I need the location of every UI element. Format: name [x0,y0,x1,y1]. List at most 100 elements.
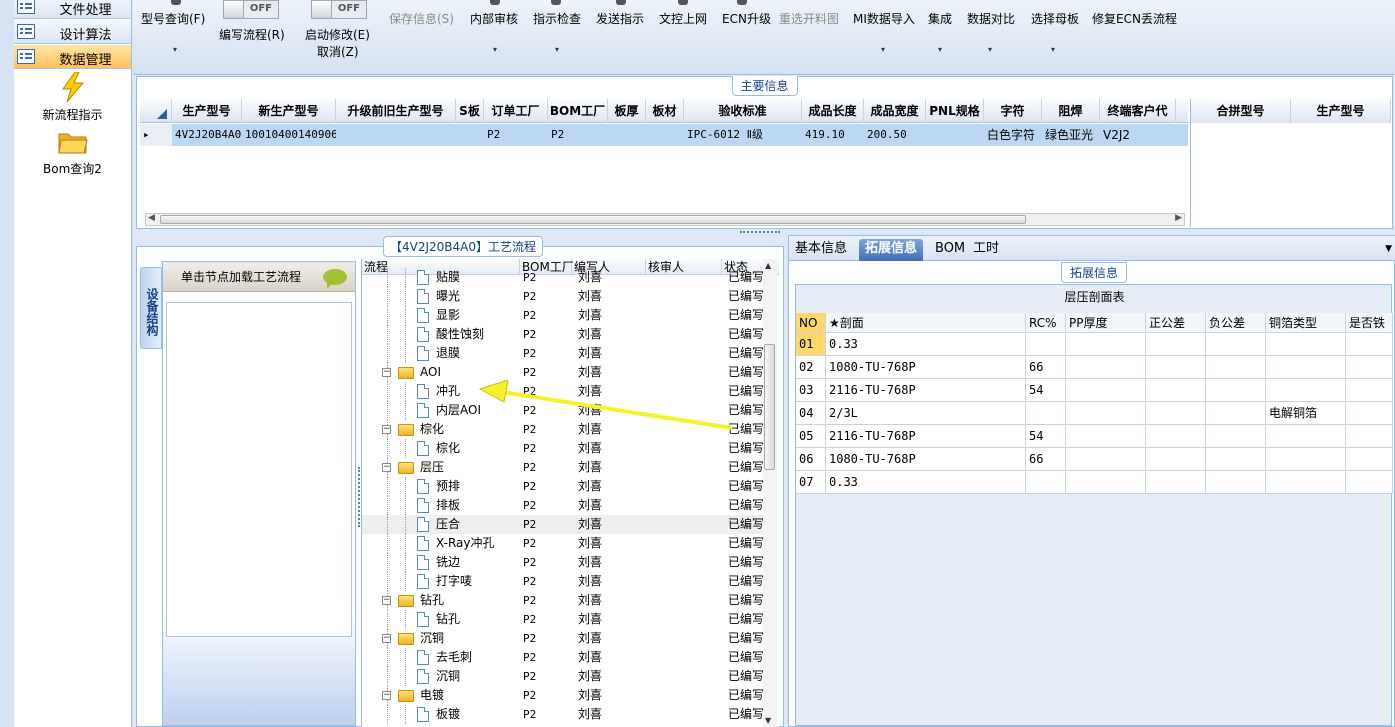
column-header[interactable]: 正公差 [1146,313,1206,333]
table-cell[interactable] [1346,425,1393,448]
integration-button[interactable]: 集成 [928,10,952,27]
table-cell[interactable]: 01 [796,333,826,356]
tree-node[interactable]: − 棕化 P2 刘喜 已编写 [362,420,766,439]
doc-control-online-button[interactable]: 文控上网 [659,10,707,27]
save-info-button[interactable]: 保存信息(S) [389,10,454,27]
table-cell[interactable]: 绿色亚光 [1042,124,1100,146]
chevron-down-icon[interactable]: ▾ [988,45,992,54]
column-header[interactable]: 板厚 [608,99,646,123]
table-cell[interactable] [1146,333,1206,356]
table-cell[interactable]: 10010400140906 [242,124,336,146]
tab-bom[interactable]: BOM [929,239,971,261]
chevron-down-icon[interactable]: ▼ [1385,244,1392,254]
table-cell[interactable] [1206,402,1266,425]
column-header[interactable]: BOM工厂 [548,99,608,123]
column-header[interactable]: S板 [456,99,484,123]
chevron-down-icon[interactable]: ▾ [493,45,497,54]
table-cell[interactable] [1066,356,1146,379]
table-cell[interactable] [1206,425,1266,448]
column-header[interactable]: 成品宽度 [864,99,926,123]
table-cell[interactable] [1346,356,1393,379]
column-header[interactable]: 字符 [984,99,1042,123]
scroll-left-icon[interactable]: ◀ [148,213,155,223]
tree-node[interactable]: − 层压 P2 刘喜 已编写 [362,458,766,477]
table-cell[interactable]: 02 [796,356,826,379]
table-cell[interactable]: 04 [796,402,826,425]
tab-work-hours[interactable]: 工时 [967,239,1005,261]
table-cell[interactable] [1066,448,1146,471]
column-header[interactable]: 新生产型号 [242,99,336,123]
table-cell[interactable]: 4V2J20B4A0 [172,124,242,146]
column-header[interactable]: 终端客户代 [1100,99,1176,123]
collapse-icon[interactable]: − [382,634,391,643]
start-modify-toggle[interactable]: OFF [311,0,367,19]
table-cell[interactable] [1146,379,1206,402]
nav-item-file-processing[interactable]: 文件处理 [14,0,131,19]
table-cell[interactable] [1066,379,1146,402]
table-cell[interactable]: P2 [548,124,608,146]
table-cell[interactable] [1066,333,1146,356]
table-cell[interactable]: 05 [796,425,826,448]
chevron-down-icon[interactable]: ▾ [881,45,885,54]
table-cell[interactable] [1266,356,1346,379]
tree-node[interactable]: − AOI P2 刘喜 已编写 [362,363,766,382]
tree-node[interactable]: 压合 P2 刘喜 已编写 [362,515,766,534]
table-cell[interactable]: IPC-6012 Ⅱ级 [684,124,802,146]
tree-node[interactable]: − 沉铜 P2 刘喜 已编写 [362,629,766,648]
start-modify-button[interactable]: 启动修改(E) [305,26,370,43]
table-cell[interactable] [1066,425,1146,448]
table-cell[interactable]: V2J2 [1100,124,1176,146]
column-header[interactable]: 阻焊 [1042,99,1100,123]
column-header[interactable]: 成品长度 [802,99,864,123]
scroll-up-icon[interactable]: ▲ [765,261,771,270]
table-cell[interactable]: 1080-TU-768P [826,356,1026,379]
tree-node[interactable]: − 电镀 P2 刘喜 已编写 [362,686,766,705]
data-compare-button[interactable]: 数据对比 [967,10,1015,27]
table-cell[interactable] [1266,425,1346,448]
column-header[interactable]: 验收标准 [684,99,802,123]
column-header[interactable]: RC% [1026,313,1066,333]
table-cell[interactable] [1206,356,1266,379]
collapse-icon[interactable]: − [382,425,391,434]
table-cell[interactable] [1146,356,1206,379]
device-structure-tab[interactable]: 设备结构 [140,267,162,349]
tree-node[interactable]: 沉铜 P2 刘喜 已编写 [362,667,766,686]
internal-review-button[interactable]: 内部审核 [470,10,518,27]
table-cell[interactable] [1206,333,1266,356]
chevron-down-icon[interactable]: ▾ [1051,45,1055,54]
scroll-down-icon[interactable]: ▼ [765,716,771,725]
column-header[interactable]: 板材 [646,99,684,123]
table-cell[interactable] [1146,471,1206,494]
reselect-cut-chart-button[interactable]: 重选开料图 [779,10,839,27]
table-cell[interactable] [1026,402,1066,425]
table-cell[interactable] [336,124,456,146]
chevron-down-icon[interactable]: ▾ [938,45,942,54]
table-cell[interactable]: 419.10 [802,124,864,146]
table-cell[interactable]: 2116-TU-768P [826,425,1026,448]
table-cell[interactable] [1206,379,1266,402]
table-cell[interactable]: 1080-TU-768P [826,448,1026,471]
tree-node[interactable]: 板镀 P2 刘喜 已编写 [362,705,766,724]
column-header[interactable]: ★剖面 [826,313,1026,333]
table-cell[interactable] [1346,471,1393,494]
tree-node[interactable]: 酸性蚀刻 P2 刘喜 已编写 [362,325,766,344]
nav-item-data-management[interactable]: 数据管理 [14,45,131,69]
tab-extended-info[interactable]: 拓展信息 [859,239,924,261]
write-flow-toggle[interactable]: OFF [223,0,279,19]
row-indicator[interactable]: ▸ [140,124,172,146]
new-flow-instruction-tool[interactable]: 新流程指示 [14,72,131,123]
column-header[interactable]: 升级前旧生产型号 [336,99,456,123]
table-cell[interactable]: 03 [796,379,826,402]
tree-node[interactable]: 退膜 P2 刘喜 已编写 [362,344,766,363]
bom-query2-tool[interactable]: Bom查询2 [14,130,131,177]
horizontal-splitter[interactable] [740,231,780,234]
table-cell[interactable]: 06 [796,448,826,471]
scroll-right-icon[interactable]: ▶ [1175,213,1182,223]
collapse-icon[interactable]: − [382,368,391,377]
column-header[interactable]: NO [796,313,826,333]
table-cell[interactable]: 66 [1026,356,1066,379]
tree-node[interactable]: − 钻孔 P2 刘喜 已编写 [362,591,766,610]
table-cell[interactable]: 电解铜箔 [1266,402,1346,425]
collapse-icon[interactable]: − [382,691,391,700]
column-header[interactable]: 负公差 [1206,313,1266,333]
